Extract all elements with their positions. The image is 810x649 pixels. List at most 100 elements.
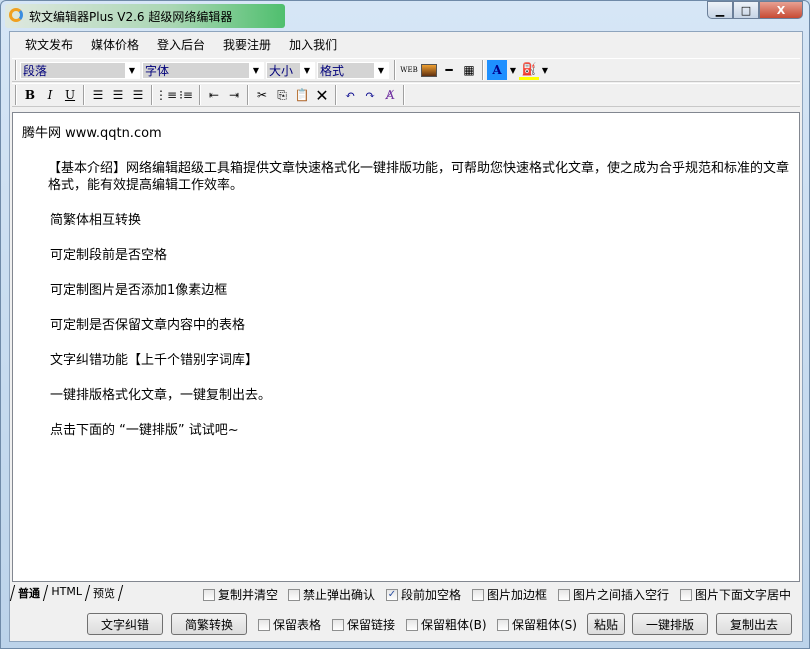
highlight-color-icon[interactable]: ⛽ <box>519 60 539 80</box>
editor-item: 简繁体相互转换 <box>50 213 142 228</box>
menu-login[interactable]: 登入后台 <box>148 36 214 53</box>
indent-icon[interactable]: ⇥ <box>224 85 244 105</box>
option-label: 保留粗体(B) <box>421 618 487 632</box>
redo-icon[interactable]: ↷ <box>360 85 380 105</box>
menu-bar: 软文发布 媒体价格 登入后台 我要注册 加入我们 <box>10 32 802 57</box>
editor-item: 文字纠错功能【上千个错别字词库】 <box>50 353 259 368</box>
option-indent[interactable]: ✓ 段前加空格 <box>386 586 461 603</box>
minimize-button[interactable]: ▁ <box>707 1 733 19</box>
editor-intro: 【基本介绍】网络编辑超级工具箱提供文章快速格式化一键排版功能，可帮助您快速格式化… <box>22 160 790 194</box>
format-value: 格式 <box>320 63 345 78</box>
option-label: 禁止弹出确认 <box>303 588 376 602</box>
keep-table[interactable]: 保留表格 <box>258 616 321 633</box>
editor-item: 可定制段前是否空格 <box>50 248 168 263</box>
align-left-icon[interactable]: ☰ <box>88 85 108 105</box>
menu-media-price[interactable]: 媒体价格 <box>82 36 148 53</box>
checkbox[interactable] <box>288 588 300 601</box>
clear-format-icon[interactable]: A̸ <box>380 85 400 105</box>
one-click-format-button[interactable]: 一键排版 <box>632 613 708 635</box>
delete-icon[interactable]: ✕ <box>312 85 332 105</box>
editor-item: 可定制图片是否添加1像素边框 <box>50 283 228 298</box>
format-toolbar: 段落 ▼ 字体 ▼ 大小 ▼ 格式 ▼ WEB ━ ▦ A ▼ ⛽ ▼ <box>12 58 800 82</box>
tab-label: 普通 <box>18 587 40 600</box>
checkbox-checked[interactable]: ✓ <box>386 588 398 601</box>
title-bar: 软文编辑器Plus V2.6 超级网络编辑器 ▁ □ X <box>1 1 809 29</box>
font-color-icon[interactable]: A <box>487 60 507 80</box>
copy-icon[interactable]: ⎘ <box>272 85 292 105</box>
editor-item: 可定制是否保留文章内容中的表格 <box>50 318 246 333</box>
checkbox[interactable] <box>203 588 215 601</box>
keep-bold-s[interactable]: 保留粗体(S) <box>497 616 577 633</box>
intro-text: 【基本介绍】网络编辑超级工具箱提供文章快速格式化一键排版功能，可帮助您快速格式化… <box>48 161 790 193</box>
web-link-icon[interactable]: WEB <box>399 60 419 80</box>
chevron-down-icon: ▼ <box>249 62 263 78</box>
option-label: 图片加边框 <box>487 588 548 602</box>
paste-button[interactable]: 粘贴 <box>587 613 625 635</box>
format-select[interactable]: 格式 ▼ <box>317 61 389 79</box>
size-select[interactable]: 大小 ▼ <box>266 61 315 79</box>
keep-bold-b[interactable]: 保留粗体(B) <box>406 616 487 633</box>
chevron-down-icon[interactable]: ▼ <box>507 60 519 80</box>
option-image-border[interactable]: 图片加边框 <box>472 586 547 603</box>
paragraph-value: 段落 <box>23 63 48 78</box>
correct-text-button[interactable]: 文字纠错 <box>87 613 163 635</box>
maximize-button[interactable]: □ <box>733 1 759 19</box>
checkbox[interactable] <box>258 618 270 631</box>
checkbox[interactable] <box>558 588 570 601</box>
tab-preview[interactable]: 预览 <box>84 585 123 601</box>
paste-icon[interactable]: 📋 <box>292 85 312 105</box>
font-value: 字体 <box>145 63 170 78</box>
app-window: 软文编辑器Plus V2.6 超级网络编辑器 ▁ □ X 软文发布 媒体价格 登… <box>0 0 810 649</box>
chevron-down-icon[interactable]: ▼ <box>539 60 551 80</box>
undo-icon[interactable]: ↶ <box>340 85 360 105</box>
align-center-icon[interactable]: ☰ <box>108 85 128 105</box>
option-label: 保留粗体(S) <box>512 618 577 632</box>
window-title: 软文编辑器Plus V2.6 超级网络编辑器 <box>29 10 233 24</box>
option-image-blank-line[interactable]: 图片之间插入空行 <box>558 586 669 603</box>
option-label: 复制并清空 <box>218 588 279 602</box>
size-value: 大小 <box>269 63 294 78</box>
align-right-icon[interactable]: ☰ <box>128 85 148 105</box>
edit-toolbar: B I U ☰ ☰ ☰ ⋮≡ ⁝≡ ⇤ ⇥ ✂ ⎘ 📋 ✕ ↶ ↷ A̸ <box>12 83 800 107</box>
editor-area[interactable]: 腾牛网 www.qqtn.com 【基本介绍】网络编辑超级工具箱提供文章快速格式… <box>12 112 800 582</box>
insert-image-icon[interactable] <box>419 60 439 80</box>
view-tabs: 普通 HTML 预览 <box>9 585 123 601</box>
checkbox[interactable] <box>497 618 509 631</box>
cut-icon[interactable]: ✂ <box>252 85 272 105</box>
chevron-down-icon: ▼ <box>125 62 139 78</box>
option-label: 段前加空格 <box>401 588 462 602</box>
paragraph-select[interactable]: 段落 ▼ <box>20 61 140 79</box>
checkbox[interactable] <box>680 588 692 601</box>
outdent-icon[interactable]: ⇤ <box>204 85 224 105</box>
ordered-list-icon[interactable]: ⋮≡ <box>155 85 177 105</box>
horizontal-rule-icon[interactable]: ━ <box>439 60 459 80</box>
italic-icon[interactable]: I <box>40 85 60 105</box>
underline-icon[interactable]: U <box>60 85 80 105</box>
app-icon <box>9 8 23 22</box>
copy-out-button[interactable]: 复制出去 <box>716 613 792 635</box>
keep-links[interactable]: 保留链接 <box>332 616 395 633</box>
close-button[interactable]: X <box>759 1 803 19</box>
option-image-caption-center[interactable]: 图片下面文字居中 <box>680 586 791 603</box>
option-label: 图片下面文字居中 <box>695 588 792 602</box>
table-icon[interactable]: ▦ <box>459 60 479 80</box>
convert-button[interactable]: 简繁转换 <box>171 613 247 635</box>
bold-icon[interactable]: B <box>20 85 40 105</box>
menu-register[interactable]: 我要注册 <box>214 36 280 53</box>
option-no-confirm[interactable]: 禁止弹出确认 <box>288 586 375 603</box>
checkbox[interactable] <box>406 618 418 631</box>
tab-html[interactable]: HTML <box>42 585 89 601</box>
chevron-down-icon: ▼ <box>374 62 388 78</box>
option-label: 保留表格 <box>273 618 322 632</box>
menu-join[interactable]: 加入我们 <box>280 36 346 53</box>
tab-label: HTML <box>51 585 83 598</box>
checkbox[interactable] <box>332 618 344 631</box>
tab-normal[interactable]: 普通 <box>9 585 48 601</box>
menu-publish[interactable]: 软文发布 <box>16 36 82 53</box>
font-select[interactable]: 字体 ▼ <box>142 61 264 79</box>
checkbox[interactable] <box>472 588 484 601</box>
option-copy-clear[interactable]: 复制并清空 <box>203 586 278 603</box>
editor-item: 一键排版格式化文章，一键复制出去。 <box>50 388 272 403</box>
tab-label: 预览 <box>92 587 115 600</box>
unordered-list-icon[interactable]: ⁝≡ <box>176 85 196 105</box>
